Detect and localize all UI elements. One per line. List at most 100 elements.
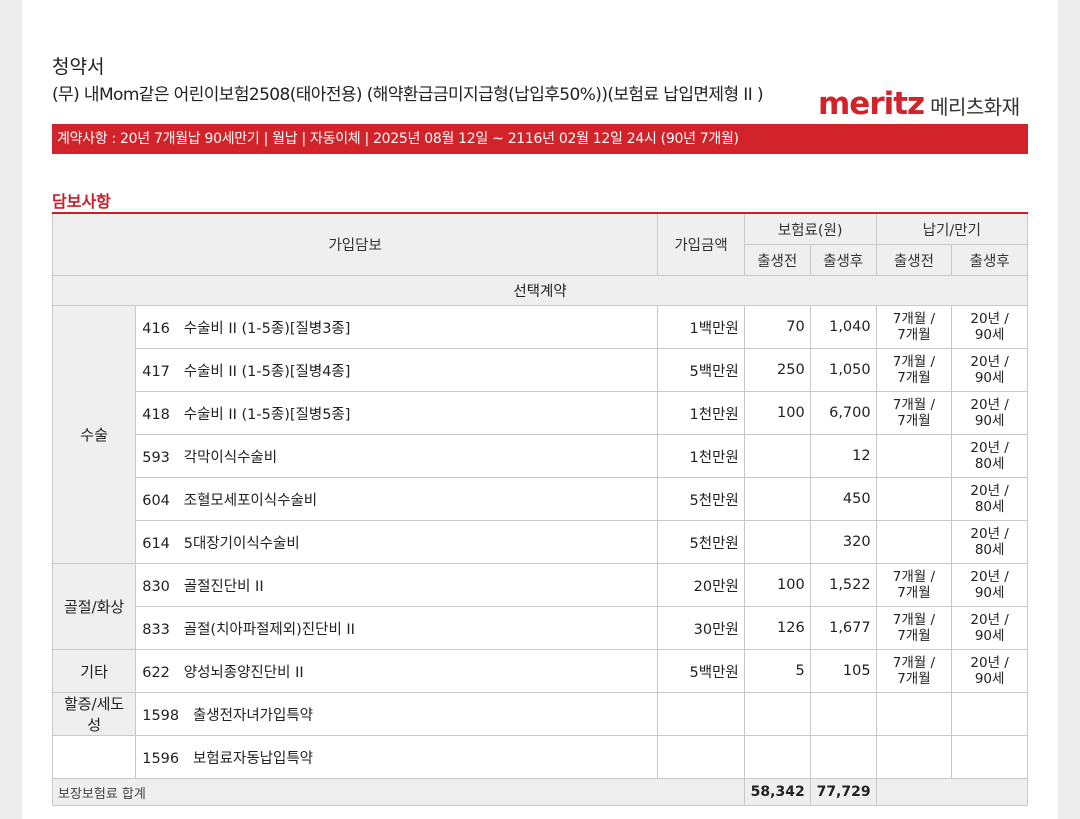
total-label: 보장보험료 합계 (52, 778, 745, 806)
header-term-after-birth: 출생후 (951, 244, 1028, 276)
coverage-code: 604 (142, 492, 170, 509)
coverage-code: 416 (142, 320, 170, 337)
contract-info-bar: 계약사항 : 20년 7개월납 90세만기 | 월납 | 자동이체 | 2025… (52, 124, 1028, 154)
premium-after-cell: 1,522 (809, 563, 877, 607)
premium-before-cell: 100 (743, 563, 811, 607)
header-term: 납기/만기 (875, 212, 1029, 245)
term-before-cell: 7개월 /7개월 (875, 649, 953, 693)
header-premium-before-birth: 출생전 (743, 244, 811, 276)
term-before-cell (875, 692, 953, 736)
table-row: 418 수술비 II (1-5종)[질병5종] 1천만원 100 6,700 7… (53, 391, 1028, 435)
coverage-name-cell: 593 각막이식수술비 (135, 434, 659, 478)
premium-after-cell: 12 (809, 434, 877, 478)
premium-before-cell: 70 (743, 305, 811, 349)
premium-before-cell: 126 (743, 606, 811, 650)
coverage-name-cell: 416 수술비 II (1-5종)[질병3종] (135, 305, 659, 349)
coverage-code: 417 (142, 363, 170, 380)
premium-after-cell (809, 692, 877, 736)
coverage-name: 수술비 II (1-5종)[질병5종] (183, 406, 351, 423)
coverage-name-cell: 417 수술비 II (1-5종)[질병4종] (135, 348, 659, 392)
table-row: 614 5대장기이식수술비 5천만원 320 20년 /80세 (53, 520, 1028, 564)
category-surgery: 수술 (51, 305, 137, 564)
term-after-cell: 20년 /90세 (951, 305, 1028, 349)
term-before-cell (875, 477, 953, 521)
premium-before-cell (743, 735, 811, 779)
coverage-name-cell: 418 수술비 II (1-5종)[질병5종] (135, 391, 659, 435)
table-row: 할증/세도성 1598 출생전자녀가입특약 (51, 692, 1028, 736)
section-title: 담보사항 (52, 192, 111, 211)
document-title: 청약서 (52, 56, 105, 78)
premium-after-cell: 6,700 (809, 391, 877, 435)
term-before-cell (875, 520, 953, 564)
term-after-cell: 20년 /80세 (951, 520, 1028, 564)
meritz-logo: meritz 메리츠화재 (818, 86, 1020, 122)
table-row: 1596 보험료자동납입특약 (51, 735, 1028, 779)
coverage-name: 수술비 II (1-5종)[질병4종] (183, 363, 351, 380)
table-row: 417 수술비 II (1-5종)[질병4종] 5백만원 250 1,050 7… (53, 348, 1028, 392)
amount-cell: 5천만원 (657, 477, 745, 521)
premium-after-cell: 1,677 (809, 606, 877, 650)
header-premium: 보험료(원) (743, 212, 877, 245)
premium-before-cell (743, 434, 811, 478)
term-before-cell: 7개월 /7개월 (875, 606, 953, 650)
term-after-cell: 20년 /90세 (951, 348, 1028, 392)
category-other: 기타 (51, 649, 137, 693)
coverage-name: 5대장기이식수술비 (183, 535, 300, 552)
term-before-cell: 7개월 /7개월 (875, 348, 953, 392)
premium-after-cell: 320 (809, 520, 877, 564)
coverage-name: 보험료자동납입특약 (192, 750, 314, 767)
header-coverage: 가입담보 (51, 212, 659, 276)
coverage-table: 가입담보 가입금액 보험료(원) 납기/만기 출생전 출생후 출생전 출생후 선… (51, 212, 1029, 806)
term-before-cell: 7개월 /7개월 (875, 305, 953, 349)
coverage-code: 1596 (142, 750, 180, 767)
coverage-name: 골절진단비 II (183, 578, 264, 595)
amount-cell: 1천만원 (657, 434, 745, 478)
premium-after-cell: 105 (809, 649, 877, 693)
product-name: (무) 내Mom같은 어린이보험2508(태아전용) (해약환급금미지급형(납입… (52, 85, 764, 105)
amount-cell (657, 692, 745, 736)
coverage-code: 418 (142, 406, 170, 423)
coverage-name: 출생전자녀가입특약 (192, 707, 314, 724)
total-row: 보장보험료 합계 58,342 77,729 (52, 778, 1029, 806)
amount-cell: 5백만원 (657, 649, 745, 693)
category-discount: 할증/세도성 (51, 692, 137, 736)
total-empty (875, 778, 1029, 806)
logo-wordmark: meritz (818, 86, 925, 122)
table-row: 593 각막이식수술비 1천만원 12 20년 /80세 (53, 434, 1028, 478)
coverage-name-cell: 833 골절(치아파절제외)진단비 II (135, 606, 659, 650)
premium-before-cell (743, 520, 811, 564)
coverage-name: 수술비 II (1-5종)[질병3종] (183, 320, 351, 337)
amount-cell: 30만원 (657, 606, 745, 650)
coverage-name: 각막이식수술비 (183, 449, 278, 466)
term-after-cell: 20년 /90세 (951, 391, 1028, 435)
table-row: 수술 416 수술비 II (1-5종)[질병3종] 1백만원 70 1,040… (51, 305, 1028, 564)
term-after-cell (951, 735, 1028, 779)
header-term-before-birth: 출생전 (875, 244, 953, 276)
document-page: 청약서 (무) 내Mom같은 어린이보험2508(태아전용) (해약환급금미지급… (22, 0, 1058, 819)
premium-after-cell (809, 735, 877, 779)
coverage-code: 614 (142, 535, 170, 552)
premium-before-cell: 100 (743, 391, 811, 435)
term-after-cell: 20년 /90세 (951, 649, 1028, 693)
premium-after-cell: 1,040 (809, 305, 877, 349)
total-premium-after: 77,729 (809, 778, 877, 806)
amount-cell: 5백만원 (657, 348, 745, 392)
amount-cell: 20만원 (657, 563, 745, 607)
coverage-name: 조혈모세포이식수술비 (183, 492, 318, 509)
coverage-code: 622 (142, 664, 170, 681)
term-after-cell: 20년 /90세 (951, 563, 1028, 607)
header-premium-after-birth: 출생후 (809, 244, 877, 276)
coverage-name-cell: 830 골절진단비 II (135, 563, 659, 607)
coverage-name-cell: 1596 보험료자동납입특약 (135, 735, 659, 779)
table-row: 골절/화상 830 골절진단비 II 20만원 100 1,522 7개월 /7… (51, 563, 1028, 650)
logo-company-name: 메리츠화재 (930, 95, 1020, 119)
amount-cell: 5천만원 (657, 520, 745, 564)
term-before-cell (875, 434, 953, 478)
term-after-cell: 20년 /80세 (951, 477, 1028, 521)
category-empty (51, 735, 137, 779)
coverage-code: 1598 (142, 707, 180, 724)
coverage-code: 833 (142, 621, 170, 638)
term-before-cell: 7개월 /7개월 (875, 391, 953, 435)
amount-cell: 1천만원 (657, 391, 745, 435)
table-row: 기타 622 양성뇌종양진단비 II 5백만원 5 105 7개월 /7개월 2… (51, 649, 1028, 693)
